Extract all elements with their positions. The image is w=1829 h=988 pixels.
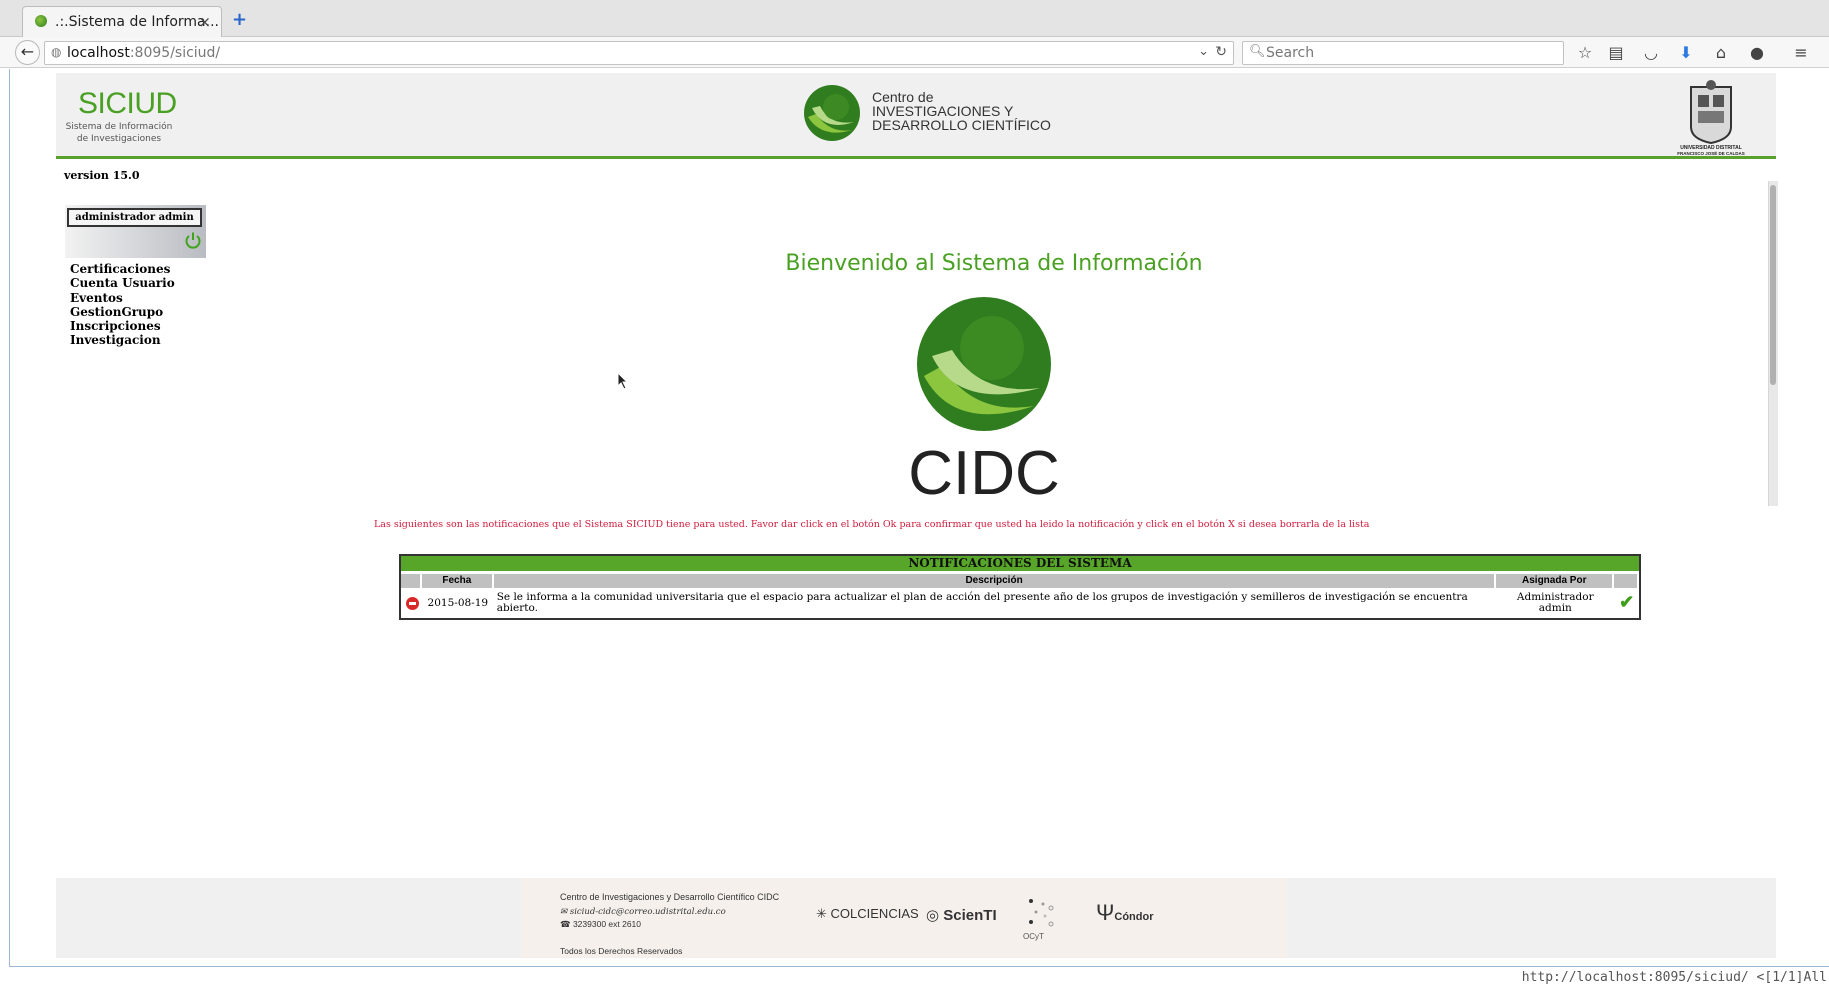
university-crest-icon: UNIVERSIDAD DISTRITAL FRANCISCO JOSÉ DE … [1677, 80, 1745, 155]
footer-panel: Centro de Investigaciones y Desarrollo C… [521, 878, 1287, 958]
table-row: 2015-08-19 Se le informa a la comunidad … [401, 588, 1639, 618]
phone-icon: ☎ [560, 919, 573, 929]
url-path: :8095/siciud/ [129, 45, 221, 61]
page-viewport: SICIUD Sistema de Información de Investi… [9, 69, 1829, 966]
header-asignada: Asignada Por [1496, 574, 1615, 588]
mail-icon: ✉ [560, 907, 570, 917]
siciud-subtitle: Sistema de Información de Investigacione… [65, 122, 173, 144]
frame-scrollbar-thumb[interactable] [1770, 185, 1776, 385]
header-fecha: Fecha [421, 574, 494, 588]
header-blank-end [1614, 574, 1639, 588]
confirm-check-icon[interactable]: ✔ [1614, 588, 1639, 613]
reload-icon[interactable]: ↻ [1215, 44, 1227, 60]
header-descripcion: Descripción [493, 574, 1497, 588]
condor-text: Cóndor [1114, 911, 1154, 923]
search-placeholder: Search [1266, 45, 1315, 61]
username-button[interactable]: administrador admin [67, 208, 202, 227]
cidc-logo-icon [804, 85, 860, 141]
tab-title: .:.Sistema de Informa... [55, 14, 219, 30]
menu-item-inscripciones[interactable]: Inscripciones [70, 319, 175, 333]
downloads-icon[interactable]: ⬇ [1675, 43, 1697, 62]
side-menu: Certificaciones Cuenta Usuario Eventos G… [70, 262, 175, 348]
siciud-logo: SICIUD Sistema de Información de Investi… [66, 87, 178, 145]
scienti-logo: ◎ ScienTI [926, 906, 997, 924]
reading-list-icon[interactable]: ▤ [1605, 43, 1627, 62]
menu-item-investigacion[interactable]: Investigacion [70, 333, 175, 347]
cidc-line-2: INVESTIGACIONES Y [872, 103, 1014, 119]
version-label: version 15.0 [64, 169, 140, 182]
logout-power-icon[interactable] [184, 231, 202, 249]
colciencias-logo: ✳︎ COLCIENCIAS [816, 906, 919, 922]
cidc-big-logo-text: CIDC [908, 439, 1060, 506]
colciencias-text: COLCIENCIAS [830, 906, 919, 921]
colciencias-star-icon: ✳︎ [816, 906, 827, 921]
user-panel: administrador admin [65, 205, 206, 258]
site-info-icon[interactable]: ◍ [51, 45, 61, 59]
ocyt-logo-icon: OCyT [1023, 899, 1054, 941]
tab-close-icon[interactable]: × [198, 13, 211, 31]
mouse-cursor-icon [617, 372, 629, 390]
pocket-icon[interactable]: ◡ [1640, 43, 1662, 62]
menu-icon[interactable]: ≡ [1790, 43, 1812, 62]
browser-tab[interactable]: .:.Sistema de Informa... × [22, 6, 222, 37]
url-host: localhost [67, 45, 130, 61]
delete-notification-icon[interactable] [406, 597, 419, 610]
footer-phone-text: 3239300 ext 2610 [572, 919, 642, 929]
footer-email-text: siciud-cidc@correo.udistrital.edu.co [569, 907, 726, 917]
viewport-bottom-border [9, 966, 1829, 967]
footer-org-name: Centro de Investigaciones y Desarrollo C… [560, 892, 780, 902]
menu-item-certificaciones[interactable]: Certificaciones [70, 262, 175, 276]
url-bar[interactable]: ◍ localhost:8095/siciud/ ⌄ ↻ [44, 41, 1234, 65]
condor-logo: ΨCóndor [1096, 900, 1154, 926]
notifications-table: NOTIFICACIONES DEL SISTEMA Fecha Descrip… [399, 554, 1641, 620]
menu-item-eventos[interactable]: Eventos [70, 291, 175, 305]
site-header: SICIUD Sistema de Información de Investi… [56, 73, 1776, 159]
browser-tab-bar: .:.Sistema de Informa... × + [0, 0, 1829, 37]
chat-icon[interactable]: ● [1746, 43, 1768, 62]
scienti-spiral-icon: ◎ [926, 907, 940, 924]
menu-item-cuenta-usuario[interactable]: Cuenta Usuario [70, 276, 175, 290]
notification-date: 2015-08-19 [427, 597, 489, 609]
notification-assigned-by: Administrador admin [1496, 588, 1614, 618]
menu-item-gestiongrupo[interactable]: GestionGrupo [70, 305, 175, 319]
notification-notice: Las siguientes son las notificaciones qu… [374, 519, 1370, 530]
ocyt-text: OCyT [1023, 932, 1044, 941]
notification-description: Se le informa a la comunidad universitar… [496, 591, 1468, 614]
search-icon: 🔍︎ [1249, 44, 1266, 59]
status-url: http://localhost:8095/siciud/ <[1/1]All [1521, 970, 1827, 985]
notifications-title: NOTIFICACIONES DEL SISTEMA [401, 556, 1639, 571]
cidc-big-logo-icon: CIDC [908, 297, 1060, 506]
welcome-frame: Bienvenido al Sistema de Información CID… [365, 154, 1765, 506]
search-bar[interactable]: 🔍︎ Search [1242, 41, 1564, 65]
header-blank [401, 574, 422, 588]
footer-rights: Todos los Derechos Reservados [560, 946, 683, 956]
cidc-header-text: Centro de INVESTIGACIONES Y DESARROLLO C… [872, 90, 1051, 132]
condor-bird-icon: Ψ [1096, 900, 1115, 925]
notifications-header-row: Fecha Descripción Asignada Por [401, 574, 1639, 588]
bookmark-star-icon[interactable]: ☆ [1574, 43, 1596, 62]
new-tab-button[interactable]: + [232, 9, 247, 30]
assigned-by-line-2: admin [1538, 602, 1572, 614]
back-button[interactable]: ← [15, 40, 40, 65]
cidc-line-1: Centro de [872, 89, 934, 105]
footer-email: ✉ siciud-cidc@correo.udistrital.edu.co [560, 907, 726, 917]
home-icon[interactable]: ⌂ [1710, 43, 1732, 62]
navigation-toolbar: ← ◍ localhost:8095/siciud/ ⌄ ↻ 🔍︎ Search… [0, 37, 1829, 68]
url-dropdown-icon[interactable]: ⌄ [1198, 44, 1209, 59]
footer-phone: ☎ 3239300 ext 2610 [560, 919, 641, 930]
cidc-line-3: DESARROLLO CIENTÍFICO [872, 117, 1051, 133]
site-footer: Centro de Investigaciones y Desarrollo C… [56, 878, 1776, 958]
welcome-heading: Bienvenido al Sistema de Información [785, 251, 1203, 276]
siciud-title: SICIUD [78, 87, 177, 120]
scienti-text: ScienTI [943, 907, 997, 924]
favicon-icon [35, 15, 47, 27]
